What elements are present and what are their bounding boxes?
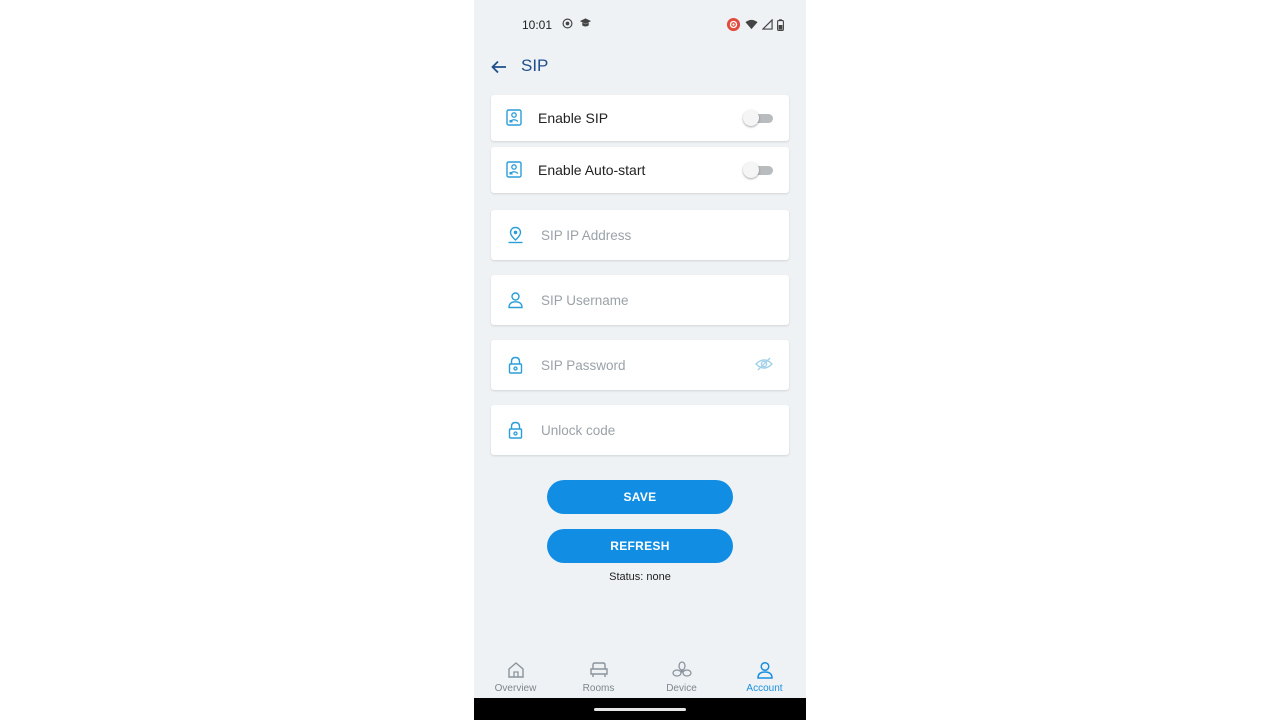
sip-ip-input[interactable] — [541, 224, 741, 246]
sip-password-input[interactable] — [541, 354, 741, 376]
page-title: SIP — [521, 56, 549, 75]
lock-icon — [508, 421, 523, 439]
nav-rooms-label: Rooms — [582, 683, 615, 694]
unlock-code-field — [491, 405, 789, 455]
sip-ip-field — [491, 210, 789, 260]
record-indicator-icon — [726, 17, 741, 32]
unlock-code-input[interactable] — [541, 419, 741, 441]
status-bar: 10:01 — [474, 0, 806, 50]
nav-overview[interactable]: Overview — [474, 652, 557, 698]
lock-icon — [508, 356, 523, 374]
bottom-nav: Overview Rooms Device Account — [474, 652, 806, 698]
battery-icon — [777, 18, 784, 31]
nav-overview-label: Overview — [494, 683, 537, 694]
sip-username-input[interactable] — [541, 289, 741, 311]
status-text: Status: none — [609, 571, 671, 583]
eye-off-icon[interactable] — [755, 357, 773, 371]
enable-sip-switch[interactable] — [743, 110, 773, 126]
intercom-icon — [506, 109, 522, 126]
sofa-icon — [589, 662, 608, 677]
sip-username-field — [491, 275, 789, 325]
save-button[interactable]: SAVE — [547, 480, 733, 514]
record-icon — [562, 18, 573, 28]
back-arrow-icon — [491, 60, 506, 74]
graduation-cap-icon — [579, 18, 592, 27]
location-pin-icon — [508, 226, 523, 244]
home-icon — [507, 662, 524, 678]
user-icon — [508, 292, 523, 309]
status-time: 10:01 — [522, 18, 553, 32]
nav-device[interactable]: Device — [640, 652, 723, 698]
enable-autostart-row: Enable Auto-start — [491, 147, 789, 193]
enable-sip-label: Enable SIP — [538, 110, 609, 126]
intercom-icon — [506, 161, 522, 178]
home-gesture-handle[interactable] — [594, 708, 686, 711]
person-icon — [756, 661, 773, 679]
back-button[interactable] — [488, 56, 510, 78]
sip-password-field — [491, 340, 789, 390]
nav-device-label: Device — [666, 683, 697, 694]
nav-rooms[interactable]: Rooms — [557, 652, 640, 698]
gesture-bar — [474, 698, 806, 720]
fan-icon — [671, 661, 692, 677]
signal-icon — [762, 19, 773, 30]
wifi-icon — [745, 19, 758, 30]
nav-account[interactable]: Account — [723, 652, 806, 698]
refresh-button[interactable]: REFRESH — [547, 529, 733, 563]
app-bar: SIP — [474, 50, 806, 84]
enable-autostart-switch[interactable] — [743, 162, 773, 178]
phone-screen: 10:01 SIP Enable SIP Enable Auto-start S… — [474, 0, 806, 720]
enable-sip-row: Enable SIP — [491, 95, 789, 141]
enable-autostart-label: Enable Auto-start — [538, 162, 646, 178]
nav-account-label: Account — [746, 683, 783, 694]
